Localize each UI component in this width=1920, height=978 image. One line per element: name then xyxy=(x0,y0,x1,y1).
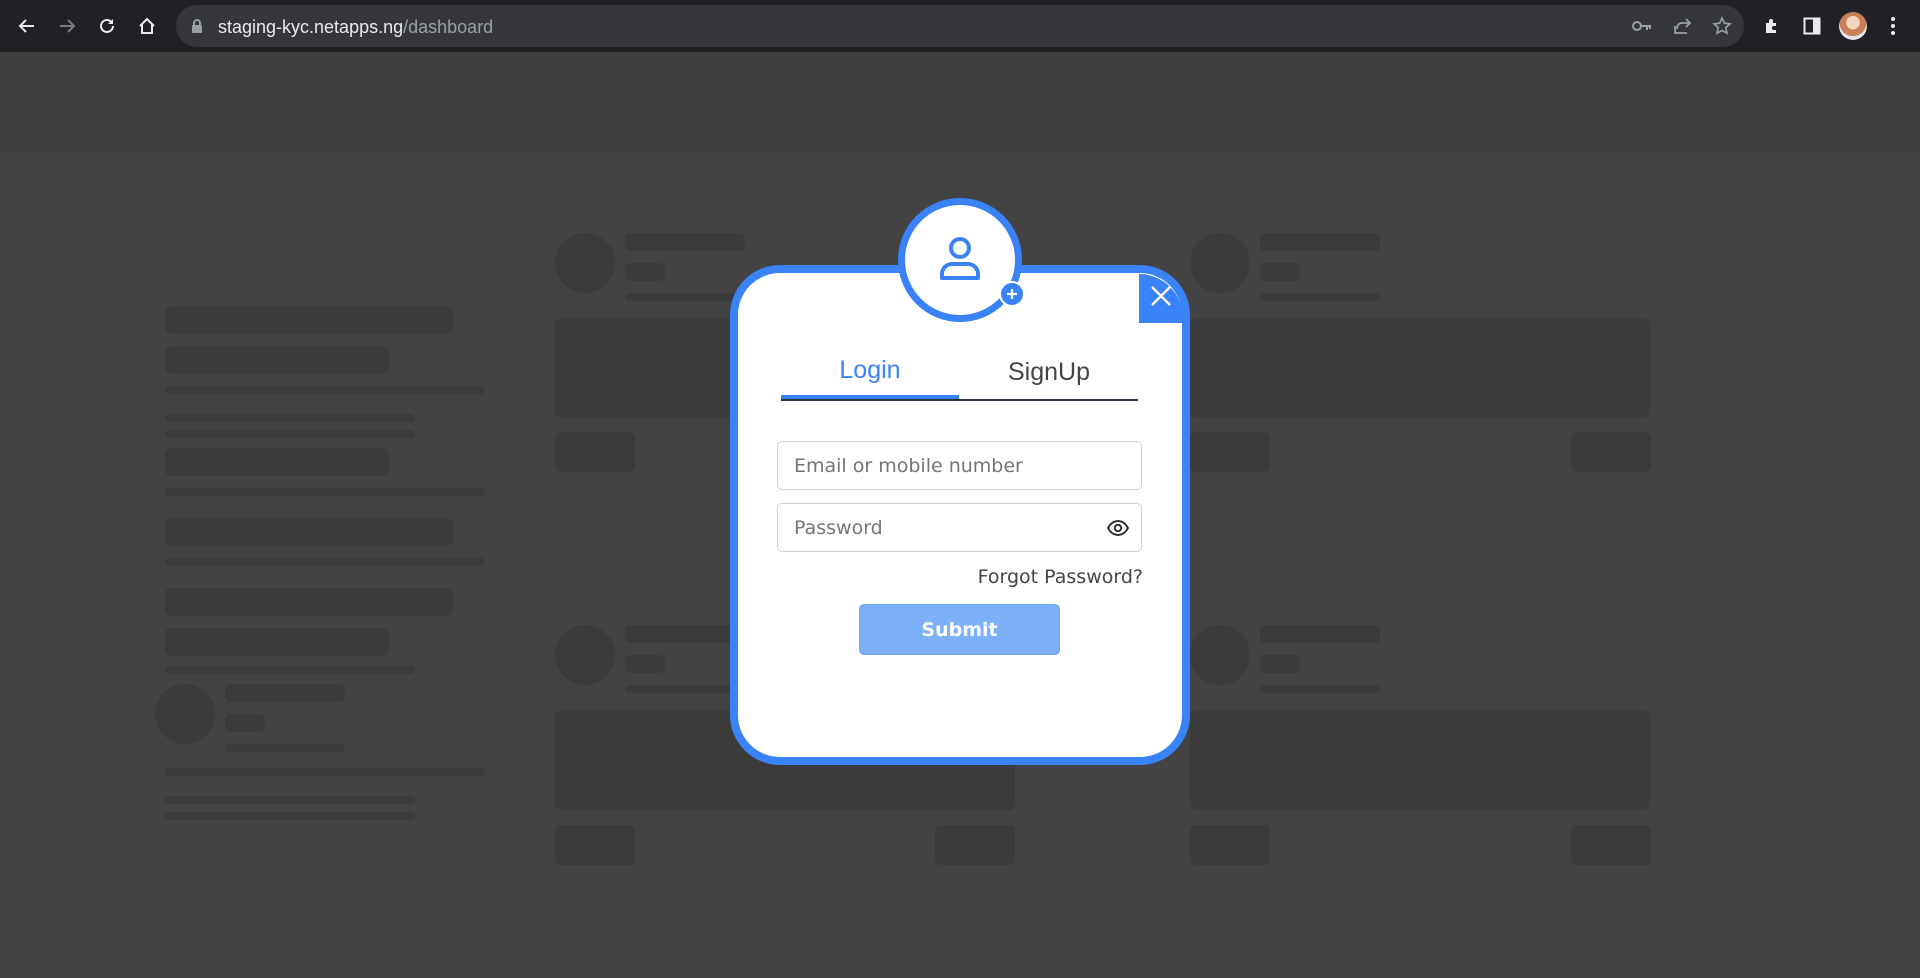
browser-toolbar: staging-kyc.netapps.ng/dashboard xyxy=(0,0,1920,52)
page-header-placeholder xyxy=(0,52,1920,153)
auth-tabs: Login SignUp xyxy=(781,345,1138,401)
email-input[interactable] xyxy=(778,442,1094,489)
show-password-eye-icon[interactable] xyxy=(1107,518,1129,538)
menu-icon[interactable] xyxy=(1880,13,1906,39)
home-icon[interactable] xyxy=(130,9,164,43)
key-icon[interactable] xyxy=(1631,15,1653,37)
address-bar[interactable]: staging-kyc.netapps.ng/dashboard xyxy=(176,5,1744,47)
url-text[interactable]: staging-kyc.netapps.ng/dashboard xyxy=(218,17,493,38)
tab-login[interactable]: Login xyxy=(781,345,959,399)
extensions-icon[interactable] xyxy=(1759,13,1785,39)
close-icon xyxy=(1150,285,1172,312)
star-icon[interactable] xyxy=(1711,15,1733,37)
side-panel-icon[interactable] xyxy=(1799,13,1825,39)
password-field-wrapper xyxy=(777,503,1142,552)
back-icon[interactable] xyxy=(10,9,44,43)
password-input[interactable] xyxy=(778,504,1094,551)
lock-icon[interactable] xyxy=(190,18,204,39)
submit-button[interactable]: Submit xyxy=(859,604,1060,655)
forward-icon[interactable] xyxy=(50,9,84,43)
profile-avatar[interactable] xyxy=(1839,12,1867,40)
reload-icon[interactable] xyxy=(90,9,124,43)
plus-icon xyxy=(999,281,1025,307)
share-icon[interactable] xyxy=(1671,15,1693,37)
tab-signup[interactable]: SignUp xyxy=(960,345,1138,399)
email-field-wrapper xyxy=(777,441,1142,490)
forgot-password-link[interactable]: Forgot Password? xyxy=(940,566,1143,588)
user-icon xyxy=(938,234,982,287)
